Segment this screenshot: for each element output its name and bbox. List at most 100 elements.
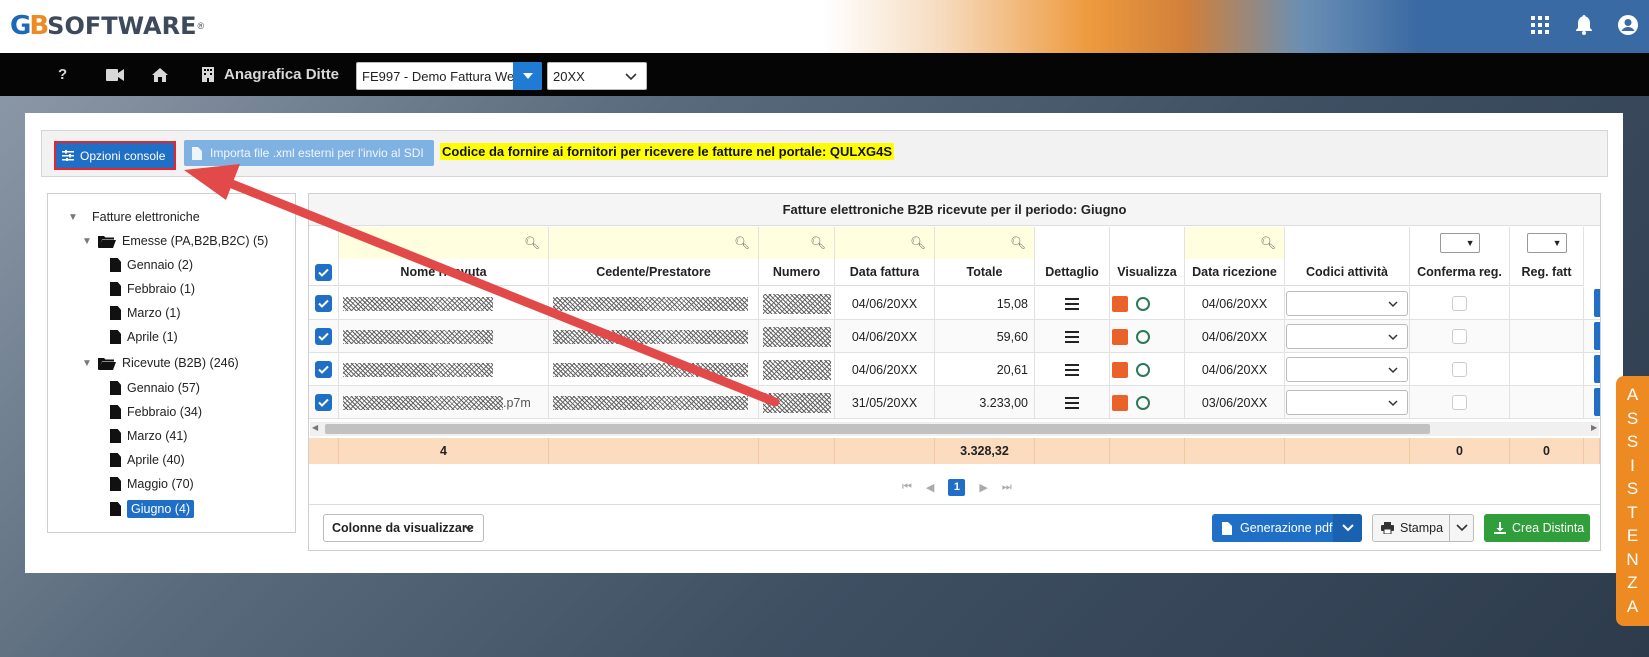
download-icon <box>1494 522 1506 534</box>
stampa-dropdown[interactable] <box>1450 514 1474 542</box>
row-action-tab[interactable] <box>1594 289 1600 317</box>
menu-icon[interactable] <box>1065 396 1079 409</box>
help-button[interactable]: ? <box>58 53 67 96</box>
filter-nome[interactable]: 🔍︎ <box>339 227 549 259</box>
col-header[interactable]: Cedente/Prestatore <box>549 259 759 286</box>
bell-icon[interactable] <box>1573 14 1595 36</box>
collapse-icon[interactable]: ▼ <box>82 236 92 247</box>
visualizza-cell[interactable] <box>1110 320 1185 353</box>
xml-viewer-icon[interactable] <box>1136 395 1150 410</box>
colonne-visualizzare-select[interactable]: Colonne da visualizzare <box>323 514 484 542</box>
conferma-checkbox[interactable] <box>1452 329 1467 344</box>
tree-item[interactable]: Maggio (70) <box>110 474 194 494</box>
tree-item[interactable]: Febbraio (34) <box>110 402 202 422</box>
reg-filter-select[interactable]: ▼ <box>1526 233 1567 253</box>
dettaglio-cell[interactable] <box>1035 320 1110 353</box>
crea-distinta-button[interactable]: Crea Distinta <box>1484 514 1590 542</box>
xml-viewer-icon[interactable] <box>1136 329 1150 344</box>
tree-emesse[interactable]: ▼ Emesse (PA,B2B,B2C) (5) <box>82 231 268 251</box>
last-page-icon[interactable]: ⏭ <box>1002 481 1012 494</box>
dettaglio-cell[interactable] <box>1035 353 1110 386</box>
importa-xml-button[interactable]: Importa file .xml esterni per l'invio al… <box>184 140 434 166</box>
row-action-tab[interactable] <box>1594 388 1600 416</box>
conferma-checkbox[interactable] <box>1452 296 1467 311</box>
opzioni-console-button[interactable]: Opzioni console <box>54 141 176 170</box>
scrollbar-thumb[interactable] <box>325 424 1430 434</box>
xml-viewer-icon[interactable] <box>1136 362 1150 377</box>
tree-item[interactable]: Febbraio (1) <box>110 279 195 299</box>
generazione-pdf-dropdown[interactable] <box>1333 514 1362 542</box>
stampa-button[interactable]: Stampa <box>1372 514 1450 542</box>
tree-ricevute[interactable]: ▼ Ricevute (B2B) (246) <box>82 353 239 373</box>
tree-item[interactable]: Gennaio (57) <box>110 378 200 398</box>
row-action-tab[interactable] <box>1594 355 1600 383</box>
select-all-checkbox[interactable] <box>315 263 332 281</box>
home-icon[interactable] <box>152 53 168 96</box>
apps-grid-icon[interactable] <box>1529 14 1551 36</box>
row-checkbox[interactable] <box>315 295 332 312</box>
page-current[interactable]: 1 <box>948 478 966 496</box>
row-action-tab[interactable] <box>1594 322 1600 350</box>
filter-numero[interactable]: 🔍︎ <box>759 227 835 259</box>
video-icon[interactable] <box>106 53 124 96</box>
filter-data-fattura[interactable]: 🔍︎ <box>835 227 935 259</box>
col-header[interactable]: Conferma reg. <box>1410 259 1510 286</box>
scroll-right-icon[interactable]: ▶ <box>1591 423 1597 432</box>
visualizza-cell[interactable] <box>1110 287 1185 320</box>
codici-attivita-select[interactable] <box>1286 324 1408 349</box>
data-fattura-cell: 04/06/20XX <box>835 320 935 353</box>
collapse-icon[interactable]: ▼ <box>68 212 78 223</box>
col-header[interactable]: Dettaglio <box>1035 259 1110 286</box>
filter-cedente[interactable]: 🔍︎ <box>549 227 759 259</box>
conferma-checkbox[interactable] <box>1452 395 1467 410</box>
menu-icon[interactable] <box>1065 330 1079 343</box>
tree-root[interactable]: ▼ Fatture elettroniche <box>68 207 200 227</box>
menu-icon[interactable] <box>1065 363 1079 376</box>
col-header[interactable]: Data ricezione <box>1185 259 1285 286</box>
col-header[interactable]: Totale <box>935 259 1035 286</box>
col-header[interactable]: Visualizza <box>1110 259 1185 286</box>
dettaglio-cell[interactable] <box>1035 287 1110 320</box>
dettaglio-cell[interactable] <box>1035 386 1110 419</box>
xml-viewer-icon[interactable] <box>1136 296 1150 311</box>
visualizza-cell[interactable] <box>1110 386 1185 419</box>
row-checkbox[interactable] <box>315 328 332 345</box>
pdf-viewer-icon[interactable] <box>1112 328 1128 345</box>
col-header[interactable]: Codici attività <box>1285 259 1410 286</box>
col-header[interactable]: Reg. fatt <box>1510 259 1584 286</box>
scroll-left-icon[interactable]: ◀ <box>312 423 318 432</box>
tree-item-selected[interactable]: Giugno (4) <box>110 499 195 519</box>
tree-item[interactable]: Marzo (41) <box>110 426 187 446</box>
tree-item[interactable]: Aprile (40) <box>110 450 185 470</box>
assistenza-tab[interactable]: ASSISTENZA <box>1616 376 1649 626</box>
codici-attivita-select[interactable] <box>1286 390 1408 415</box>
codici-attivita-select[interactable] <box>1286 291 1408 316</box>
conferma-filter-select[interactable]: ▼ <box>1439 233 1480 253</box>
cedente-cell <box>549 386 759 419</box>
ditta-dropdown-button[interactable] <box>513 62 542 90</box>
filter-totale[interactable]: 🔍︎ <box>935 227 1035 259</box>
pdf-viewer-icon[interactable] <box>1112 295 1128 312</box>
visualizza-cell[interactable] <box>1110 353 1185 386</box>
codici-attivita-select[interactable] <box>1286 357 1408 382</box>
col-header[interactable]: Data fattura <box>835 259 935 286</box>
col-header[interactable]: Numero <box>759 259 835 286</box>
row-checkbox[interactable] <box>315 361 332 378</box>
pdf-viewer-icon[interactable] <box>1112 361 1128 378</box>
collapse-icon[interactable]: ▼ <box>82 358 92 369</box>
row-checkbox[interactable] <box>315 394 332 411</box>
conferma-checkbox[interactable] <box>1452 362 1467 377</box>
pdf-viewer-icon[interactable] <box>1112 394 1128 411</box>
first-page-icon[interactable]: ⏮ <box>902 481 912 494</box>
user-icon[interactable] <box>1617 14 1639 36</box>
anagrafica-ditte-link[interactable]: Anagrafica Ditte <box>202 53 339 96</box>
year-select[interactable]: 20XX <box>547 62 647 90</box>
tree-item[interactable]: Gennaio (2) <box>110 255 193 275</box>
col-header[interactable]: Nome ricevuta <box>339 259 549 286</box>
tree-item[interactable]: Aprile (1) <box>110 327 178 347</box>
prev-page-icon[interactable]: ◀ <box>926 481 934 494</box>
filter-data-ricezione[interactable]: 🔍︎ <box>1185 227 1285 259</box>
tree-item[interactable]: Marzo (1) <box>110 303 180 323</box>
next-page-icon[interactable]: ▶ <box>979 481 987 494</box>
menu-icon[interactable] <box>1065 297 1079 310</box>
